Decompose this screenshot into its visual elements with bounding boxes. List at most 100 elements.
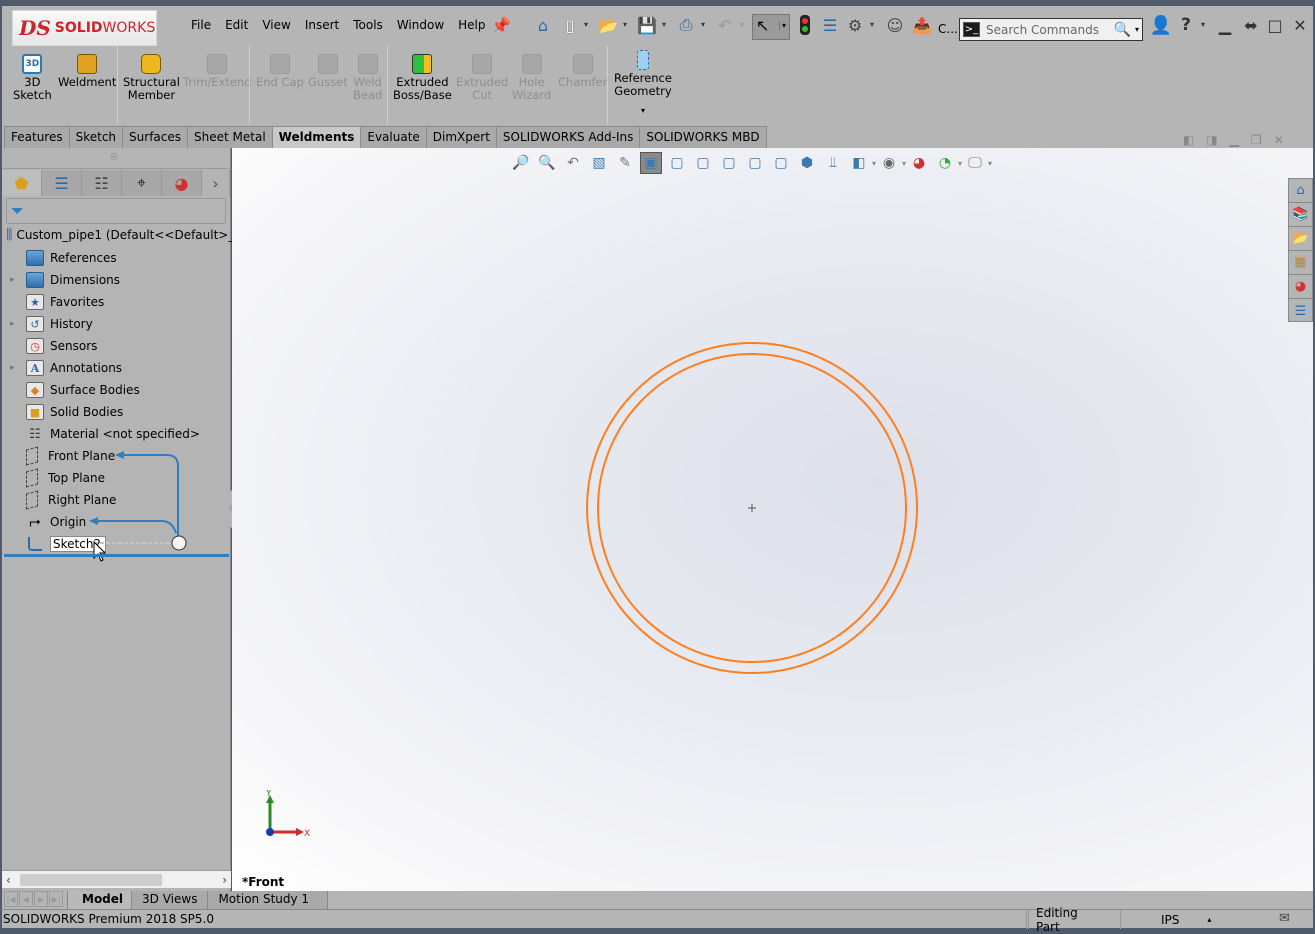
- end-cap-button[interactable]: End Cap: [256, 54, 304, 89]
- reference-geometry-button[interactable]: Reference Geometry ▾: [614, 50, 672, 117]
- structural-member-icon: [141, 54, 162, 74]
- open-dropdown-icon[interactable]: ▾: [623, 20, 627, 29]
- resize-icon[interactable]: ⬌: [1240, 14, 1262, 36]
- tab-evaluate[interactable]: Evaluate: [360, 126, 427, 148]
- doc-close-icon[interactable]: ✕: [1274, 133, 1284, 147]
- minimize-icon[interactable]: ▁: [1214, 14, 1236, 36]
- weld-bead-button[interactable]: Weld Bead: [353, 54, 382, 102]
- collapse-right-icon[interactable]: ◨: [1206, 133, 1217, 147]
- undo-dropdown-icon[interactable]: ▾: [740, 20, 744, 29]
- solidworks-logo[interactable]: DS SOLIDWORKS: [12, 10, 157, 46]
- menu-view[interactable]: View: [255, 16, 297, 34]
- select-button[interactable]: ↖ ▾: [752, 14, 790, 40]
- print-icon[interactable]: ⎙: [675, 14, 697, 36]
- close-icon[interactable]: ✕: [1289, 14, 1311, 36]
- last-tab-icon[interactable]: ▶|: [49, 891, 63, 907]
- menu-tools[interactable]: Tools: [346, 16, 390, 34]
- new-document-icon[interactable]: ▯: [559, 14, 581, 36]
- appearances-scenes-icon[interactable]: ◕: [1289, 275, 1312, 299]
- next-tab-icon[interactable]: ▶: [34, 891, 48, 907]
- tab-sheet-metal[interactable]: Sheet Metal: [187, 126, 273, 148]
- ds-logo-icon: DS: [19, 16, 51, 40]
- select-dropdown-icon[interactable]: ▾: [778, 21, 786, 30]
- first-tab-icon[interactable]: |◀: [4, 891, 18, 907]
- tab-dimxpert[interactable]: DimXpert: [425, 126, 497, 148]
- pin-icon[interactable]: 📌: [490, 14, 512, 36]
- print-dropdown-icon[interactable]: ▾: [701, 20, 705, 29]
- truncated-toolbar-label[interactable]: C...: [938, 22, 958, 36]
- editing-mode: Editing Part: [1028, 906, 1102, 934]
- gusset-button[interactable]: Gusset: [308, 54, 348, 89]
- graphics-area[interactable]: 🔎 🔍 ↶ ▧ ✎ ▣ ▢ ▢ ▢ ▢ ▢ ⬢ ⫫ ◧ ▾ ◉ ▾ ◕ ◔ ▾ …: [232, 148, 1313, 891]
- file-properties-icon[interactable]: ☰: [819, 14, 841, 36]
- open-icon[interactable]: 📂: [597, 14, 619, 36]
- command-manager: 3D 3D Sketch Weldment Structural Member …: [0, 46, 1315, 126]
- chamfer-icon: [572, 54, 593, 74]
- end-cap-icon: [269, 54, 290, 74]
- tab-weldments[interactable]: Weldments: [271, 126, 362, 148]
- weldment-button[interactable]: Weldment: [58, 54, 116, 89]
- tab-3d-views[interactable]: 3D Views: [131, 891, 208, 909]
- search-commands-input[interactable]: >_ Search Commands 🔍 ▾: [959, 18, 1143, 41]
- custom-properties-icon[interactable]: ☰: [1289, 299, 1312, 323]
- tab-features[interactable]: Features: [4, 126, 70, 148]
- doc-minimize-icon[interactable]: ▁: [1230, 133, 1239, 147]
- package-icon[interactable]: 📤: [911, 14, 933, 36]
- design-library-icon[interactable]: 📚: [1289, 203, 1312, 227]
- structural-member-button[interactable]: Structural Member: [123, 54, 180, 102]
- doc-restore-icon[interactable]: ❐: [1251, 133, 1262, 147]
- reference-geometry-dropdown-icon[interactable]: ▾: [641, 104, 645, 117]
- tab-solidworks-add-ins[interactable]: SOLIDWORKS Add-Ins: [495, 126, 641, 148]
- trim-extend-button[interactable]: Trim/Extend: [183, 54, 252, 89]
- extruded-boss-icon: [412, 54, 433, 74]
- save-icon[interactable]: 💾: [636, 14, 658, 36]
- search-dropdown-icon[interactable]: ▾: [1135, 25, 1139, 34]
- user-account-icon[interactable]: 👤: [1150, 14, 1172, 36]
- rebuild-icon[interactable]: [794, 14, 816, 36]
- extruded-cut-button[interactable]: Extruded Cut: [456, 54, 508, 102]
- scrollbar-thumb[interactable]: [20, 874, 162, 886]
- tab-motion-study-1[interactable]: Motion Study 1: [207, 891, 329, 909]
- notifications-icon[interactable]: ✉: [1279, 911, 1290, 926]
- tab-sketch[interactable]: Sketch: [68, 126, 124, 148]
- options-dropdown-icon[interactable]: ▾: [870, 20, 874, 29]
- view-palette-icon[interactable]: ▦: [1289, 251, 1312, 275]
- tab-surfaces[interactable]: Surfaces: [122, 126, 189, 148]
- home-icon[interactable]: ⌂: [532, 14, 554, 36]
- tab-navigation: |◀ ◀ ▶ ▶|: [2, 891, 67, 909]
- document-window-controls: ◧ ◨ ▁ ❐ ✕: [1183, 133, 1284, 147]
- group-separator: [249, 46, 250, 124]
- save-dropdown-icon[interactable]: ▾: [662, 20, 666, 29]
- menu-edit[interactable]: Edit: [218, 16, 255, 34]
- menu-insert[interactable]: Insert: [298, 16, 346, 34]
- search-icon[interactable]: 🔍: [1114, 22, 1131, 38]
- menu-window[interactable]: Window: [390, 16, 451, 34]
- units-selector[interactable]: IPS ▴: [1120, 910, 1230, 929]
- menu-file[interactable]: File: [184, 16, 218, 34]
- chamfer-button[interactable]: Chamfer: [558, 54, 607, 89]
- horizontal-scrollbar[interactable]: ‹ ›: [2, 870, 231, 888]
- units-dropdown-icon[interactable]: ▴: [1207, 915, 1211, 924]
- sketch-canvas[interactable]: [232, 148, 1313, 891]
- menu-help[interactable]: Help: [451, 16, 492, 34]
- user-share-icon[interactable]: ☺: [884, 14, 906, 36]
- solidworks-resources-icon[interactable]: ⌂: [1289, 179, 1312, 203]
- options-icon[interactable]: ⚙: [844, 14, 866, 36]
- scroll-right-icon[interactable]: ›: [222, 873, 227, 887]
- drag-handle[interactable]: [171, 535, 187, 551]
- undo-icon[interactable]: ↶: [714, 14, 736, 36]
- file-explorer-icon[interactable]: 📂: [1289, 227, 1312, 251]
- 3d-sketch-button[interactable]: 3D 3D Sketch: [13, 54, 52, 102]
- hole-wizard-button[interactable]: Hole Wizard: [512, 54, 551, 102]
- help-icon[interactable]: ?: [1175, 14, 1197, 36]
- collapse-left-icon[interactable]: ◧: [1183, 133, 1194, 147]
- maximize-icon[interactable]: □: [1264, 14, 1286, 36]
- new-dropdown-icon[interactable]: ▾: [584, 20, 588, 29]
- scroll-left-icon[interactable]: ‹: [6, 873, 11, 887]
- extruded-boss-base-button[interactable]: Extruded Boss/Base: [393, 54, 452, 102]
- prev-tab-icon[interactable]: ◀: [19, 891, 33, 907]
- tab-model[interactable]: Model: [67, 891, 132, 909]
- tab-solidworks-mbd[interactable]: SOLIDWORKS MBD: [639, 126, 767, 148]
- group-separator: [607, 46, 608, 124]
- help-dropdown-icon[interactable]: ▾: [1201, 20, 1205, 29]
